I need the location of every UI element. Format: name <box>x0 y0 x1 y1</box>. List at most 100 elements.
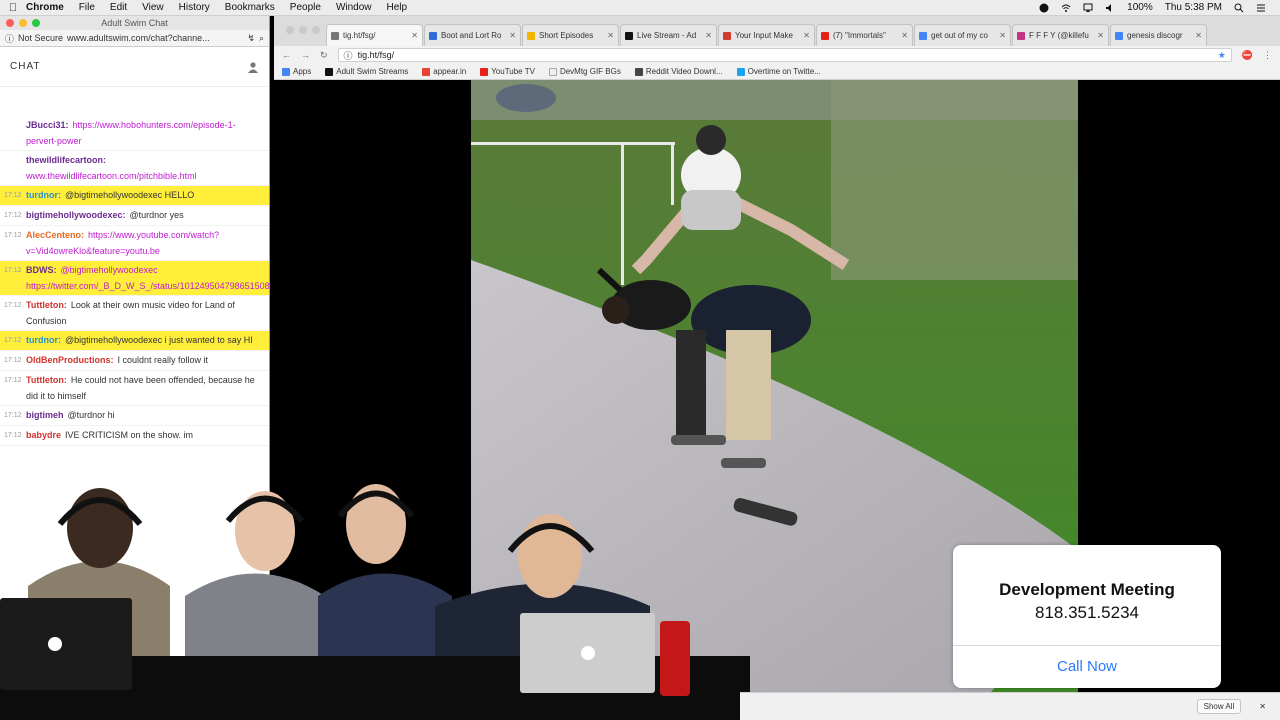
browser-tab[interactable]: F F F Y (@killefu ✕ <box>1012 24 1109 46</box>
omnibox-url[interactable]: tig.ht/fsg/ <box>358 50 395 60</box>
close-tab-icon[interactable]: ✕ <box>901 31 908 40</box>
message-user[interactable]: Tuttleton: <box>26 300 67 310</box>
message-time: 17:12 <box>4 377 22 384</box>
status-circle-icon[interactable] <box>1039 3 1049 13</box>
page-favicon-icon <box>821 31 829 40</box>
bookmark-devmtg-gif[interactable]: DevMtg GIF BGs <box>548 67 621 76</box>
reload-icon[interactable]: ↻ <box>320 50 328 61</box>
browser-tab[interactable]: Boot and Lort Ro ✕ <box>424 24 521 46</box>
bookmark-overtime-twitter[interactable]: Overtime on Twitte... <box>736 67 821 76</box>
minimize-window-icon[interactable] <box>19 19 27 27</box>
message-text: @turdnor hi <box>67 410 115 420</box>
browser-tab[interactable]: Your Input Make ✕ <box>718 24 815 46</box>
message-user[interactable]: Tuttleton: <box>26 375 67 385</box>
close-tab-icon[interactable]: ✕ <box>411 31 418 40</box>
close-tab-icon[interactable]: ✕ <box>705 31 712 40</box>
forward-arrow-icon[interactable]: → <box>301 50 310 60</box>
appear-in-favicon-icon <box>422 67 431 76</box>
chat-titlebar: Adult Swim Chat <box>0 16 269 30</box>
message-user[interactable]: OldBenProductions: <box>26 355 114 365</box>
message-time: 17:12 <box>4 432 22 439</box>
menu-file[interactable]: File <box>79 2 95 13</box>
zoom-window-icon[interactable] <box>32 19 40 27</box>
call-now-button[interactable]: Call Now <box>953 646 1221 688</box>
page-favicon-icon <box>527 31 535 40</box>
close-window-icon[interactable] <box>6 19 14 27</box>
bookmark-appear-in[interactable]: appear.in <box>422 67 466 76</box>
back-arrow-icon[interactable]: ← <box>282 50 291 60</box>
menu-history[interactable]: History <box>179 2 210 13</box>
bookmark-youtube-tv[interactable]: YouTube TV <box>480 67 535 76</box>
close-tab-icon[interactable]: ✕ <box>1097 31 1104 40</box>
close-window-icon[interactable] <box>286 26 294 34</box>
battery-percent[interactable]: 100% <box>1127 2 1153 13</box>
minimize-window-icon[interactable] <box>299 26 307 34</box>
search-icon[interactable]: ⌕ <box>259 33 264 44</box>
close-shelf-icon[interactable]: ✕ <box>1259 702 1266 711</box>
chat-url[interactable]: www.adultswim.com/chat?channe... <box>67 33 243 43</box>
menu-app-name[interactable]: Chrome <box>26 2 64 13</box>
spotlight-search-icon[interactable] <box>1234 3 1244 13</box>
info-icon[interactable]: ⓘ <box>5 32 14 45</box>
extension-block-icon[interactable]: ⛔ <box>1242 50 1253 61</box>
browser-tab[interactable]: Live Stream - Ad ✕ <box>620 24 717 46</box>
browser-tab[interactable]: Short Episodes ✕ <box>522 24 619 46</box>
airplay-icon[interactable] <box>1083 3 1093 13</box>
chat-window-title: Adult Swim Chat <box>101 18 168 28</box>
bookmark-apps[interactable]: Apps <box>282 67 311 76</box>
chat-message: 17:12 turdnor: @bigtimehollywoodexec i jus… <box>0 331 269 351</box>
menu-help[interactable]: Help <box>387 2 408 13</box>
close-tab-icon[interactable]: ✕ <box>1195 31 1202 40</box>
message-time: 17:12 <box>4 192 22 199</box>
chat-message: 17:12 babydre IVE CRITICISM on the show. i… <box>0 426 269 446</box>
bookmark-reddit-video[interactable]: Reddit Video Downl... <box>634 67 723 76</box>
show-all-button[interactable]: Show All <box>1196 699 1242 714</box>
menubar-clock[interactable]: Thu 5:38 PM <box>1165 2 1222 13</box>
bookmark-label: DevMtg GIF BGs <box>559 67 621 76</box>
volume-icon[interactable] <box>1105 3 1115 13</box>
close-tab-icon[interactable]: ✕ <box>509 31 516 40</box>
security-label[interactable]: Not Secure <box>18 33 63 43</box>
tab-label: Short Episodes <box>539 31 594 40</box>
bookmark-adult-swim-streams[interactable]: Adult Swim Streams <box>325 67 408 76</box>
omnibox[interactable]: ⓘ tig.ht/fsg/ ★ <box>337 48 1232 62</box>
message-user[interactable]: JBucci31: <box>26 120 69 130</box>
message-text[interactable]: @bigtimehollywoodexec https://twitter.co… <box>26 265 269 291</box>
menu-bookmarks[interactable]: Bookmarks <box>225 2 275 13</box>
message-user[interactable]: turdnor: <box>26 190 61 200</box>
menu-people[interactable]: People <box>290 2 321 13</box>
chat-message-list[interactable]: JBucci31: https://www.hobohunters.com/epi… <box>0 116 269 446</box>
wifi-icon[interactable] <box>1061 3 1071 13</box>
message-user[interactable]: turdnor: <box>26 335 61 345</box>
message-user[interactable]: bigtimeh <box>26 410 64 420</box>
menu-view[interactable]: View <box>142 2 164 13</box>
bookmark-label: Overtime on Twitte... <box>747 67 821 76</box>
message-text: IVE CRITICISM on the show. im <box>65 430 194 440</box>
chrome-menu-icon[interactable]: ⋮ <box>1263 50 1272 61</box>
menu-window[interactable]: Window <box>336 2 372 13</box>
notification-center-icon[interactable] <box>1256 3 1266 13</box>
zoom-window-icon[interactable] <box>312 26 320 34</box>
chat-address-bar[interactable]: ⓘ Not Secure www.adultswim.com/chat?chan… <box>0 30 269 47</box>
bookmark-label: YouTube TV <box>491 67 535 76</box>
message-text[interactable]: www.thewildlifecartoon.com/pitchbible.ht… <box>26 171 197 181</box>
bookmark-star-icon[interactable]: ★ <box>1218 50 1226 61</box>
menu-edit[interactable]: Edit <box>110 2 127 13</box>
close-tab-icon[interactable]: ✕ <box>999 31 1006 40</box>
apple-menu-icon[interactable]:  <box>0 2 26 14</box>
browser-tab[interactable]: get out of my co ✕ <box>914 24 1011 46</box>
message-user[interactable]: thewildlifecartoon: <box>26 155 106 165</box>
message-user[interactable]: babydre <box>26 430 61 440</box>
message-user[interactable]: BDWS: <box>26 265 57 275</box>
close-tab-icon[interactable]: ✕ <box>607 31 614 40</box>
close-tab-icon[interactable]: ✕ <box>803 31 810 40</box>
tab-label: genesis discogr <box>1127 31 1183 40</box>
browser-tab[interactable]: genesis discogr ✕ <box>1110 24 1207 46</box>
message-user[interactable]: bigtimehollywoodexec: <box>26 210 126 220</box>
info-icon[interactable]: ⓘ <box>344 49 353 62</box>
browser-tab[interactable]: tig.ht/fsg/ ✕ <box>326 24 423 46</box>
browser-tab[interactable]: (7) "Immortals" ✕ <box>816 24 913 46</box>
message-user[interactable]: AlecCenteno: <box>26 230 84 240</box>
key-icon[interactable]: ↯ <box>247 33 255 44</box>
user-icon[interactable] <box>247 61 259 73</box>
